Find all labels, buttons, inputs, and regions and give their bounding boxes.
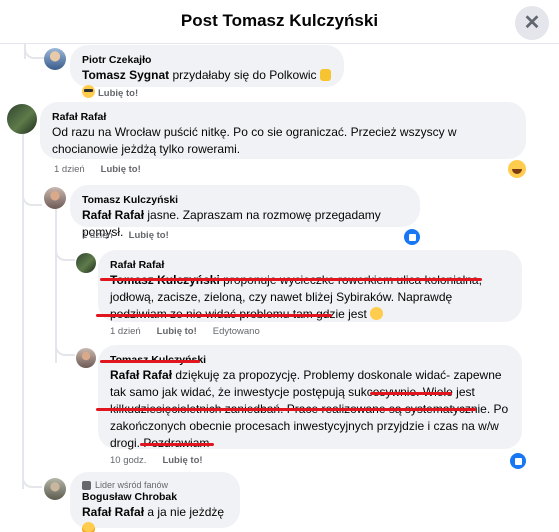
annotation-underline bbox=[100, 278, 482, 281]
comment-bubble: Lider wśród fanów Bogusław Chrobak Rafał… bbox=[70, 472, 240, 532]
fan-badge: Lider wśród fanów bbox=[82, 480, 228, 490]
like-action[interactable]: Lubię to! bbox=[157, 326, 197, 337]
comment-time[interactable]: 10 godz. bbox=[110, 455, 146, 466]
close-icon: ✕ bbox=[523, 12, 541, 34]
mention-link[interactable]: Rafał Rafał bbox=[82, 505, 144, 519]
avatar[interactable] bbox=[7, 104, 37, 134]
comment-actions: Lubię to! bbox=[82, 88, 138, 99]
thumbs-up-emoji-icon bbox=[319, 69, 331, 81]
like-action[interactable]: Lubię to! bbox=[162, 455, 202, 466]
like-action[interactable]: Lubię to! bbox=[101, 164, 141, 175]
like-action[interactable]: Lubię to! bbox=[98, 88, 138, 99]
thread-connector bbox=[55, 249, 75, 261]
smiling-face-emoji-icon bbox=[82, 522, 95, 532]
comment-time[interactable]: 1 dzień bbox=[54, 164, 85, 175]
comment-bubble: Tomasz Kulczyński Rafał Rafał jasne. Zap… bbox=[70, 185, 420, 239]
comment-time[interactable]: 1 dzień bbox=[82, 230, 113, 241]
annotation-underline bbox=[370, 392, 452, 395]
thread-connector bbox=[22, 194, 42, 206]
thread-line bbox=[55, 208, 57, 363]
like-action[interactable]: Lubię to! bbox=[129, 230, 169, 241]
annotation-underline bbox=[140, 443, 214, 446]
thread-connector bbox=[24, 44, 44, 59]
like-reaction-icon[interactable] bbox=[510, 453, 526, 469]
hand-emoji-icon bbox=[370, 307, 384, 320]
fan-badge-icon bbox=[82, 480, 91, 490]
post-title: Post Tomasz Kulczyński bbox=[180, 11, 379, 30]
annotation-underline bbox=[96, 314, 332, 317]
avatar[interactable] bbox=[44, 187, 66, 209]
comment-bubble: Piotr Czekajło Tomasz Sygnat przydałaby … bbox=[70, 45, 344, 98]
avatar[interactable] bbox=[44, 48, 66, 70]
thread-connector bbox=[55, 344, 75, 356]
mention-link[interactable]: Tomasz Sygnat bbox=[82, 68, 169, 82]
comment-bubble: Rafał Rafał Od razu na Wrocław puścić ni… bbox=[40, 102, 526, 159]
avatar[interactable] bbox=[44, 478, 66, 500]
comment-author[interactable]: Tomasz Kulczyński bbox=[82, 193, 408, 207]
mention-link[interactable]: Rafał Rafał bbox=[82, 208, 144, 222]
comment-actions: 1 dzień Lubię to! bbox=[82, 230, 169, 241]
edited-label: Edytowano bbox=[212, 326, 260, 337]
avatar[interactable] bbox=[76, 253, 96, 273]
annotation-underline bbox=[96, 408, 476, 411]
close-button[interactable]: ✕ bbox=[515, 6, 549, 40]
avatar[interactable] bbox=[76, 348, 96, 368]
comment-time[interactable]: 1 dzień bbox=[110, 326, 141, 337]
comment-author[interactable]: Bogusław Chrobak bbox=[82, 490, 228, 504]
comment-author[interactable]: Rafał Rafał bbox=[52, 110, 514, 124]
thread-line bbox=[22, 224, 24, 489]
comment-bubble: Rafał Rafał Tomasz Kulczyński proponuje … bbox=[98, 250, 522, 322]
comment-author[interactable]: Piotr Czekajło bbox=[82, 53, 332, 67]
like-reaction-icon[interactable] bbox=[404, 229, 420, 245]
thread-line bbox=[22, 134, 24, 224]
laugh-reaction-icon[interactable] bbox=[508, 160, 526, 178]
mention-link[interactable]: Rafał Rafał bbox=[110, 368, 172, 382]
comment-actions: 1 dzień Lubię to! Edytowano bbox=[110, 326, 260, 337]
annotation-underline bbox=[100, 360, 200, 363]
comment-actions: 10 godz. Lubię to! bbox=[110, 455, 203, 466]
thread-connector bbox=[22, 476, 42, 488]
comment-text: Rafał Rafał a ja nie jeżdżę bbox=[82, 504, 228, 532]
comment-actions: 1 dzień Lubię to! bbox=[54, 164, 141, 175]
comments-list[interactable]: Piotr Czekajło Tomasz Sygnat przydałaby … bbox=[0, 44, 559, 532]
comment-text: Od razu na Wrocław puścić nitkę. Po co s… bbox=[52, 125, 457, 156]
comment-author[interactable]: Rafał Rafał bbox=[110, 258, 510, 272]
dialog-header: Post Tomasz Kulczyński ✕ bbox=[0, 0, 559, 44]
